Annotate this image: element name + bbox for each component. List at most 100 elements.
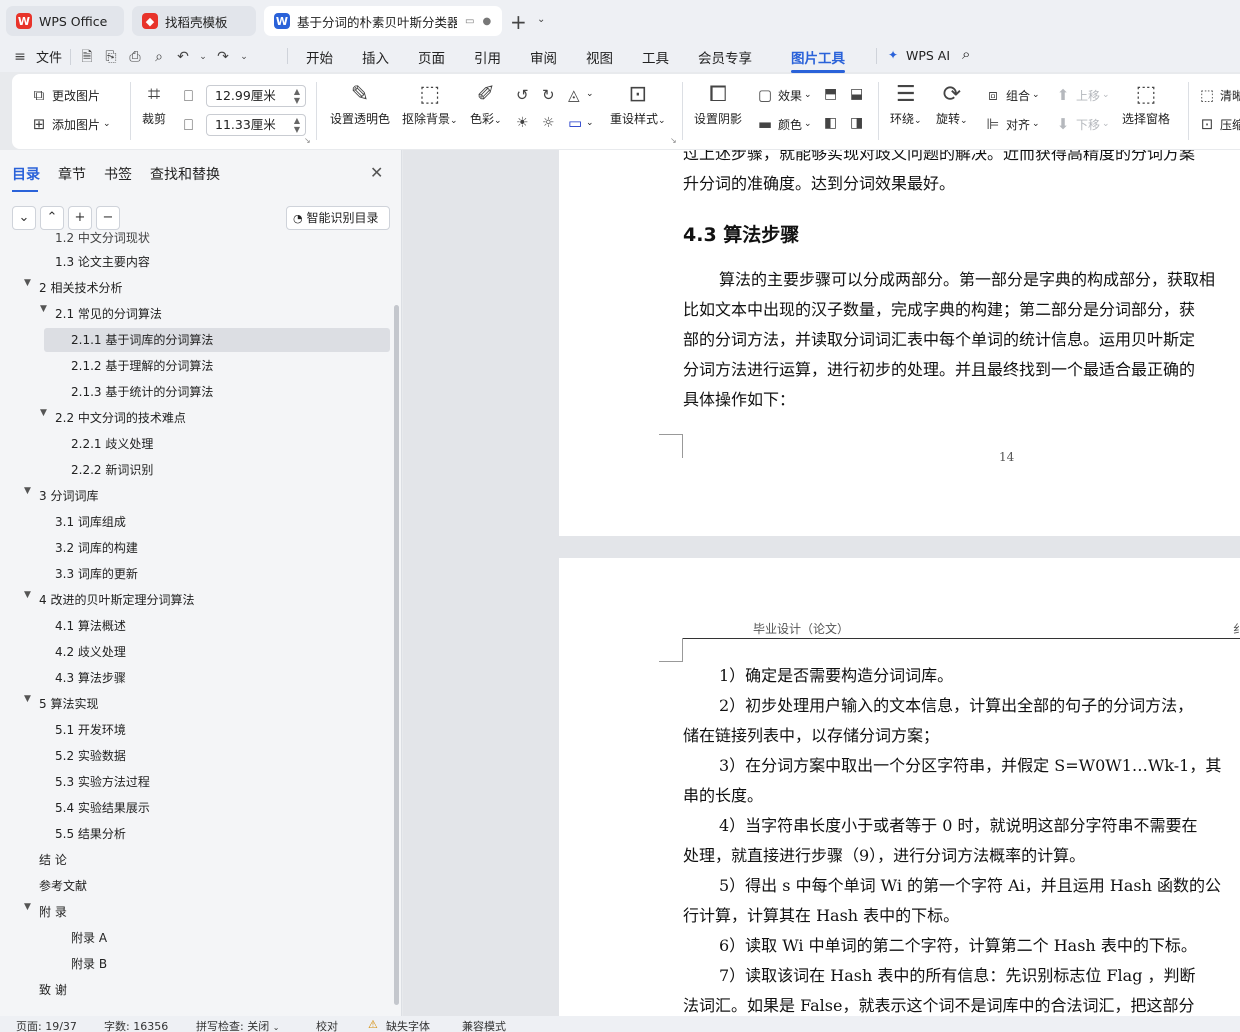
- selection-pane-button[interactable]: ⬚ 选择窗格: [1122, 82, 1170, 127]
- toc-item[interactable]: 结 论: [39, 848, 67, 872]
- page-indicator[interactable]: 页面: 19/37: [16, 1018, 77, 1032]
- clarity-button[interactable]: ⬚ 清晰: [1198, 86, 1240, 104]
- toc-item[interactable]: 附录 A: [71, 926, 107, 950]
- width-input[interactable]: 12.99厘米 ▲ ▼: [206, 85, 306, 107]
- highlight-color-icon[interactable]: ◬: [568, 86, 580, 104]
- bring-forward-button[interactable]: ⬆ 上移 ⌄: [1054, 86, 1110, 104]
- menu-page[interactable]: 页面: [418, 47, 445, 67]
- menu-picture-tools[interactable]: 图片工具: [791, 47, 845, 73]
- toc-item[interactable]: 2.2.1 歧义处理: [71, 432, 153, 456]
- shadow-right-icon[interactable]: ◨: [850, 115, 863, 131]
- tab-toc[interactable]: 目录: [12, 164, 40, 192]
- border-color-icon[interactable]: ▭: [568, 114, 582, 132]
- toc-item[interactable]: 5.3 实验方法过程: [55, 770, 150, 794]
- toc-item[interactable]: 5.1 开发环境: [55, 718, 126, 742]
- spinner-arrows-icon[interactable]: ▲ ▼: [294, 87, 300, 105]
- chevron-down-icon[interactable]: ⌄: [586, 118, 594, 128]
- toc-item[interactable]: 1.3 论文主要内容: [55, 250, 150, 274]
- expand-all-icon[interactable]: ⌄: [12, 206, 36, 230]
- save-icon[interactable]: 🗎: [79, 49, 95, 65]
- menu-start[interactable]: 开始: [306, 47, 333, 67]
- menu-review[interactable]: 审阅: [530, 47, 557, 67]
- toc-item[interactable]: 2.1 常见的分词算法: [55, 302, 162, 326]
- tab-wps-office[interactable]: W WPS Office: [6, 6, 124, 36]
- caret-down-icon[interactable]: ▼: [24, 278, 31, 288]
- rotate-right-icon[interactable]: ↻: [542, 86, 555, 104]
- toc-item[interactable]: 4.3 算法步骤: [55, 666, 126, 690]
- shadow-down-icon[interactable]: ⬓: [850, 86, 863, 102]
- toc-item[interactable]: 5.2 实验数据: [55, 744, 126, 768]
- wrap-button[interactable]: ☰ 环绕⌄: [890, 82, 922, 127]
- toc-item[interactable]: 4.1 算法概述: [55, 614, 126, 638]
- height-input[interactable]: 11.33厘米 ▲ ▼: [206, 114, 306, 136]
- send-backward-button[interactable]: ⬇ 下移 ⌄: [1054, 115, 1110, 133]
- toc-item[interactable]: 5 算法实现: [39, 692, 98, 716]
- color-button[interactable]: ✐ 色彩⌄: [470, 82, 502, 127]
- menu-view[interactable]: 视图: [586, 47, 613, 67]
- toc-item[interactable]: 附录 B: [71, 952, 107, 976]
- brightness-up-icon[interactable]: ☀: [516, 115, 529, 131]
- new-tab-icon[interactable]: +: [510, 10, 527, 34]
- word-count[interactable]: 字数: 16356: [104, 1018, 168, 1032]
- rotate-left-icon[interactable]: ↺: [516, 86, 529, 104]
- add-image-button[interactable]: ⊞ 添加图片 ⌄: [30, 115, 111, 133]
- toc-item-selected[interactable]: 2.1.1 基于词库的分词算法: [44, 328, 390, 352]
- toc-item[interactable]: 4 改进的贝叶斯定理分词算法: [39, 588, 194, 612]
- wps-ai-icon[interactable]: ✦: [888, 48, 898, 62]
- remove-bg-button[interactable]: ⬚ 抠除背景⌄: [402, 82, 458, 127]
- proofread-button[interactable]: 校对: [316, 1018, 338, 1032]
- tab-sections[interactable]: 章节: [58, 164, 86, 184]
- missing-font-button[interactable]: 缺失字体: [386, 1018, 430, 1032]
- dialog-launcher-icon[interactable]: ↘: [304, 136, 311, 145]
- tab-find-replace[interactable]: 查找和替换: [150, 164, 220, 184]
- toc-item[interactable]: 2.1.2 基于理解的分词算法: [71, 354, 213, 378]
- caret-down-icon[interactable]: ▼: [24, 486, 31, 496]
- chevron-down-icon[interactable]: ⌄: [586, 89, 594, 99]
- brightness-down-icon[interactable]: ☼: [542, 115, 555, 131]
- toc-item[interactable]: 1.2 中文分词现状: [55, 226, 150, 250]
- search-icon[interactable]: ⌕: [962, 45, 970, 63]
- caret-down-icon[interactable]: ▼: [24, 902, 31, 912]
- toc-item[interactable]: 2 相关技术分析: [39, 276, 122, 300]
- toc-item[interactable]: 5.4 实验结果展示: [55, 796, 150, 820]
- fill-color-button[interactable]: ▬ 颜色 ⌄: [756, 115, 812, 133]
- caret-down-icon[interactable]: ▼: [24, 590, 31, 600]
- caret-down-icon[interactable]: ▼: [24, 694, 31, 704]
- toc-item[interactable]: 2.2 中文分词的技术难点: [55, 406, 186, 430]
- toc-item[interactable]: 参考文献: [39, 874, 87, 898]
- reset-style-button[interactable]: ⊡ 重设样式⌄: [610, 82, 666, 127]
- toc-item[interactable]: 5.5 结果分析: [55, 822, 126, 846]
- close-icon[interactable]: ✕: [370, 163, 383, 182]
- crop-button[interactable]: ⌗ 裁剪: [142, 82, 166, 127]
- print-preview-icon[interactable]: ⌕: [151, 49, 167, 65]
- document-canvas[interactable]: 过上述步骤，就能够实现对歧义问题的解决。近而获得高精度的分词方案 升分词的准确度…: [403, 150, 1240, 1016]
- set-transparent-button[interactable]: ✎ 设置透明色: [330, 82, 390, 127]
- chevron-down-icon[interactable]: ⌄: [537, 14, 545, 25]
- toc-item[interactable]: 3.2 词库的构建: [55, 536, 138, 560]
- tab-bookmarks[interactable]: 书签: [104, 164, 132, 184]
- toc-item[interactable]: 附 录: [39, 900, 67, 924]
- menu-member[interactable]: 会员专享: [698, 47, 752, 67]
- chevron-down-icon[interactable]: ⌄: [239, 49, 249, 65]
- tab-document[interactable]: W 基于分词的朴素贝叶斯分类器 ▭ ●: [264, 6, 502, 36]
- rotate-button[interactable]: ⟳ 旋转⌄: [936, 82, 968, 127]
- caret-down-icon[interactable]: ▼: [40, 408, 47, 418]
- effect-button[interactable]: ▢ 效果 ⌄: [756, 86, 812, 104]
- toc-item[interactable]: 致 谢: [39, 978, 67, 1002]
- menu-references[interactable]: 引用: [474, 47, 501, 67]
- hamburger-icon[interactable]: ≡: [12, 49, 28, 65]
- toc-item[interactable]: 2.2.2 新词识别: [71, 458, 153, 482]
- undo-icon[interactable]: ↶: [175, 49, 191, 65]
- share-icon[interactable]: ⎘: [103, 49, 119, 65]
- smart-toc-button[interactable]: ◔ 智能识别目录: [286, 206, 390, 230]
- toc-item[interactable]: 3.1 词库组成: [55, 510, 126, 534]
- menu-insert[interactable]: 插入: [362, 47, 389, 67]
- align-button[interactable]: ⊫ 对齐 ⌄: [984, 115, 1039, 133]
- toc-item[interactable]: 3.3 词库的更新: [55, 562, 138, 586]
- tab-docer-templates[interactable]: ◆ 找稻壳模板: [132, 6, 256, 36]
- caret-down-icon[interactable]: ▼: [40, 304, 47, 314]
- spinner-arrows-icon[interactable]: ▲ ▼: [294, 116, 300, 134]
- dialog-launcher-icon[interactable]: ↘: [670, 136, 677, 145]
- menu-tools[interactable]: 工具: [642, 47, 669, 67]
- print-icon[interactable]: ⎙: [127, 49, 143, 65]
